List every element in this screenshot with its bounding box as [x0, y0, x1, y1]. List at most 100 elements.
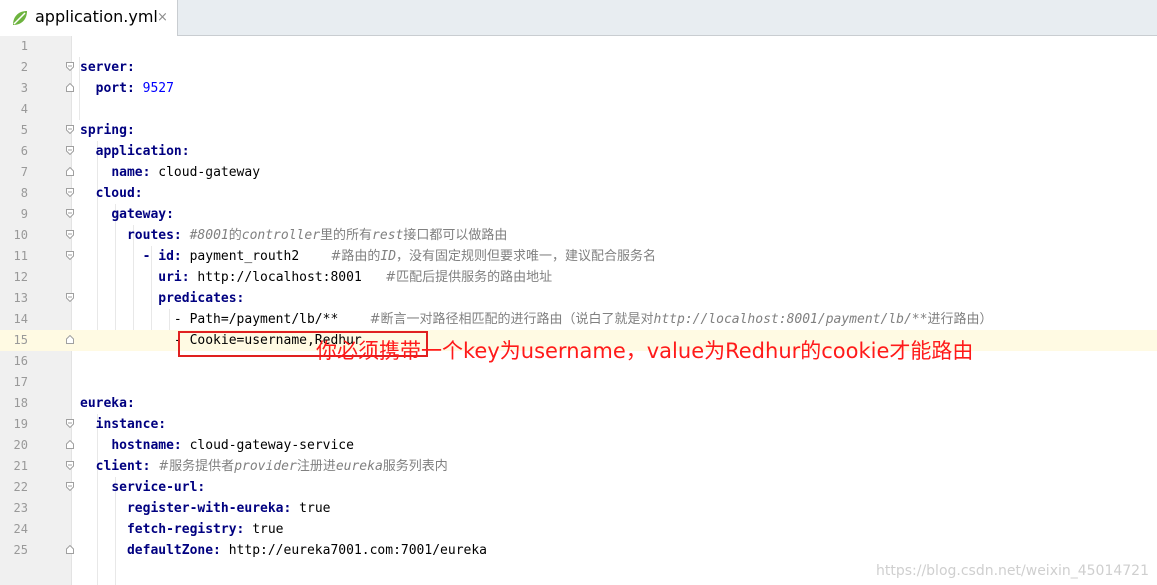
- yaml-comment: provider: [234, 459, 297, 474]
- line-number: 17: [13, 375, 28, 389]
- yaml-key: cloud:: [95, 186, 143, 201]
- fold-end-icon[interactable]: [66, 545, 74, 554]
- fold-open-icon[interactable]: [66, 188, 74, 197]
- yaml-key: server:: [80, 60, 135, 75]
- yaml-key: eureka:: [80, 396, 135, 411]
- code-line: 22 service-url:: [0, 477, 1157, 498]
- yaml-key: fetch-registry:: [126, 522, 245, 537]
- fold-open-icon[interactable]: [66, 209, 74, 218]
- line-number: 4: [20, 102, 28, 116]
- code-line: 14 - Path=/payment/lb/** #断言一对路径相匹配的进行路由…: [0, 309, 1157, 330]
- yaml-key: id:: [158, 249, 182, 264]
- yaml-comment: eureka: [335, 459, 383, 474]
- tab-application-yml[interactable]: application.yml ×: [0, 0, 178, 36]
- line-number: 18: [13, 396, 28, 410]
- fold-open-icon[interactable]: [66, 125, 74, 134]
- editor-tab-bar: application.yml ×: [0, 0, 1157, 36]
- yaml-comment: 注册进: [296, 459, 336, 474]
- fold-open-icon[interactable]: [66, 62, 74, 71]
- yaml-value: true: [252, 522, 284, 537]
- yaml-comment: #服务提供者: [158, 459, 235, 474]
- yaml-key: client:: [95, 459, 151, 474]
- yaml-list-item: - Path=/payment/lb/**: [173, 312, 339, 327]
- line-number: 14: [13, 312, 28, 326]
- yaml-comment: #8001: [189, 228, 229, 243]
- fold-open-icon[interactable]: [66, 146, 74, 155]
- yaml-comment: #路由的: [330, 249, 381, 264]
- yaml-value: cloud-gateway-service: [189, 438, 354, 453]
- fold-open-icon[interactable]: [66, 293, 74, 302]
- line-number: 23: [13, 501, 28, 515]
- code-line: 10 routes: #8001的controller里的所有rest接口都可以…: [0, 225, 1157, 246]
- line-number: 25: [13, 543, 28, 557]
- line-number: 8: [20, 186, 28, 200]
- code-line: 4: [0, 99, 1157, 120]
- yaml-comment: controller: [241, 228, 321, 243]
- yaml-key: hostname:: [111, 438, 182, 453]
- yaml-comment: 接口都可以做路由: [403, 228, 508, 243]
- code-line: 12 uri: http://localhost:8001 #匹配后提供服务的路…: [0, 267, 1157, 288]
- line-number: 24: [13, 522, 28, 536]
- yaml-comment: 服务列表内: [382, 459, 448, 474]
- yaml-key: uri:: [158, 270, 190, 285]
- code-editor[interactable]: 1 2 server: 3 port: 9527 4 5 spring: 6 a…: [0, 36, 1157, 585]
- code-line: 1: [0, 36, 1157, 57]
- fold-end-icon[interactable]: [66, 83, 74, 92]
- yaml-comment: ，没有固定规则但要求唯一，建议配合服务名: [396, 249, 657, 264]
- code-line: 19 instance:: [0, 414, 1157, 435]
- code-line: 3 port: 9527: [0, 78, 1157, 99]
- code-line: 21 client: #服务提供者provider注册进eureka服务列表内: [0, 456, 1157, 477]
- code-line: 11 - id: payment_routh2 #路由的ID，没有固定规则但要求…: [0, 246, 1157, 267]
- fold-open-icon[interactable]: [66, 230, 74, 239]
- tab-label: application.yml: [35, 7, 158, 26]
- line-number: 9: [20, 207, 28, 221]
- code-line: 13 predicates:: [0, 288, 1157, 309]
- fold-open-icon[interactable]: [66, 461, 74, 470]
- annotation-text: 你必须携带一个key为username，value为Redhur的cookie才…: [316, 339, 974, 363]
- line-number: 3: [20, 81, 28, 95]
- fold-end-icon[interactable]: [66, 335, 74, 344]
- yaml-comment: rest: [372, 228, 404, 243]
- code-line: 5 spring:: [0, 120, 1157, 141]
- yaml-key: defaultZone:: [126, 543, 221, 558]
- line-number: 7: [20, 165, 28, 179]
- line-number: 5: [20, 123, 28, 137]
- yaml-comment: 里的所有: [320, 228, 373, 243]
- line-number: 11: [13, 249, 28, 263]
- line-number: 1: [20, 39, 28, 53]
- code-line: 17: [0, 372, 1157, 393]
- fold-open-icon[interactable]: [66, 251, 74, 260]
- line-number: 21: [13, 459, 28, 473]
- yaml-key: instance:: [95, 417, 167, 432]
- code-line: 2 server:: [0, 57, 1157, 78]
- code-line: 7 name: cloud-gateway: [0, 162, 1157, 183]
- code-line: 8 cloud:: [0, 183, 1157, 204]
- yaml-key: predicates:: [158, 291, 245, 306]
- yaml-key: service-url:: [111, 480, 206, 495]
- code-line: 24 fetch-registry: true: [0, 519, 1157, 540]
- line-number: 19: [13, 417, 28, 431]
- yaml-key: name:: [111, 165, 151, 180]
- yaml-comment: http://localhost:8001/payment/lb/**: [653, 312, 928, 327]
- line-number: 10: [13, 228, 28, 242]
- code-line: 6 application:: [0, 141, 1157, 162]
- line-number: 20: [13, 438, 28, 452]
- yaml-comment: #匹配后提供服务的路由地址: [385, 270, 553, 285]
- tab-close-icon[interactable]: ×: [157, 10, 168, 25]
- yaml-value: payment_routh2: [189, 249, 300, 264]
- spring-leaf-icon: [13, 11, 27, 25]
- fold-end-icon[interactable]: [66, 167, 74, 176]
- yaml-value: cloud-gateway: [158, 165, 261, 180]
- yaml-key: register-with-eureka:: [126, 501, 292, 516]
- line-number: 15: [13, 333, 28, 347]
- fold-open-icon[interactable]: [66, 419, 74, 428]
- yaml-value: http://eureka7001.com:7001/eureka: [228, 543, 487, 558]
- fold-end-icon[interactable]: [66, 440, 74, 449]
- line-number: 22: [13, 480, 28, 494]
- yaml-dash: -: [142, 249, 159, 264]
- yaml-value: true: [299, 501, 331, 516]
- fold-open-icon[interactable]: [66, 482, 74, 491]
- line-number: 16: [13, 354, 28, 368]
- yaml-comment: 的: [228, 228, 242, 243]
- line-number: 2: [20, 60, 28, 74]
